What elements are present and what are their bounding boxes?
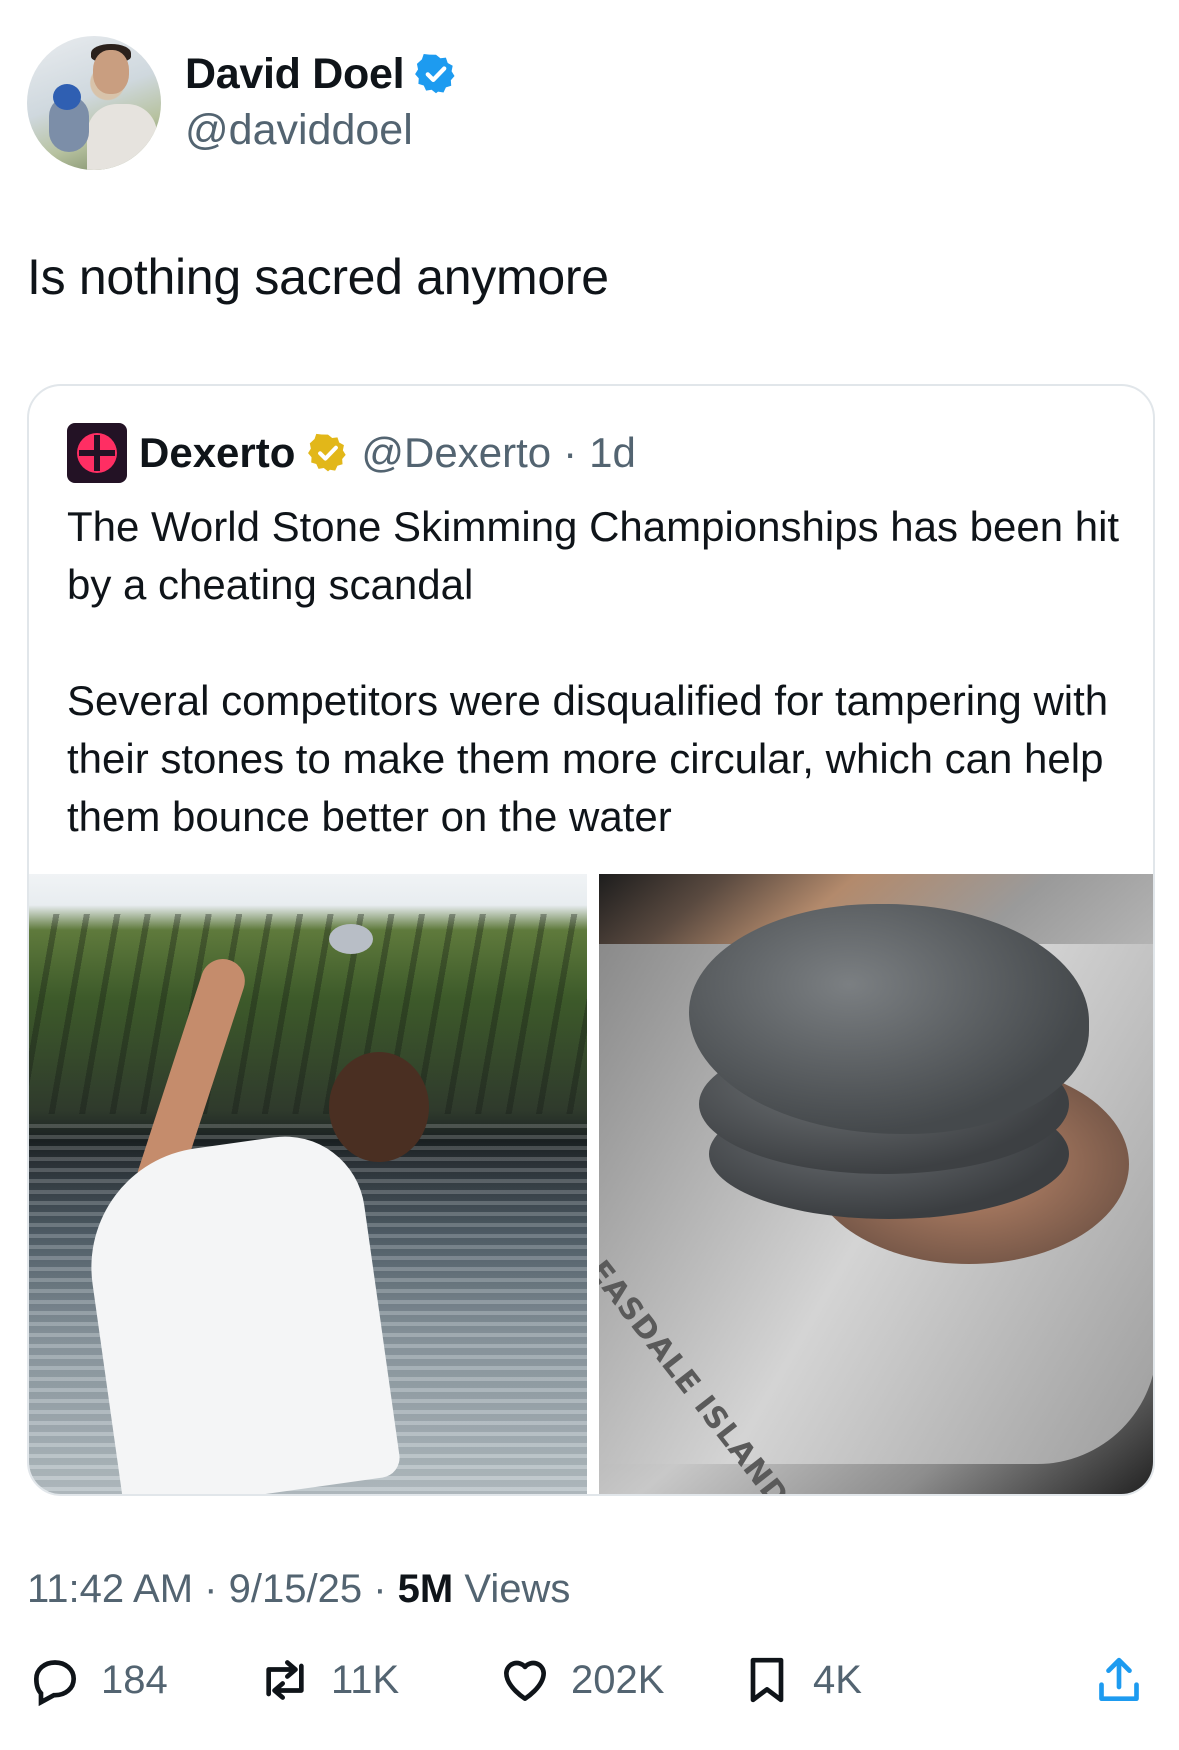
verified-badge-icon xyxy=(415,54,455,94)
heart-icon xyxy=(504,1660,546,1701)
quoted-paragraph: Several competitors were disqualified fo… xyxy=(67,677,1109,840)
verified-gold-badge-icon xyxy=(308,433,347,472)
tweet-time[interactable]: 11:42 AM xyxy=(27,1567,193,1611)
bookmark-count: 4K xyxy=(813,1657,862,1702)
tweet-actions: 184 11K 202K 4K xyxy=(27,1648,1155,1712)
tweet-date[interactable]: 9/15/25 xyxy=(229,1567,362,1611)
views-count: 5M xyxy=(397,1567,454,1611)
repost-icon xyxy=(266,1660,304,1700)
repost-button[interactable]: 11K xyxy=(257,1648,399,1712)
like-count: 202K xyxy=(571,1657,665,1702)
media-image-stone-gauge[interactable]: EASDALE ISLAND xyxy=(599,874,1153,1494)
tweet-meta: 11:42 AM · 9/15/25 · 5M Views xyxy=(27,1567,570,1612)
quoted-tweet-card[interactable]: Dexerto @Dexerto · 1d The World Stone Sk… xyxy=(27,384,1155,1496)
share-icon xyxy=(1099,1657,1139,1701)
bookmark-icon xyxy=(750,1657,784,1703)
bookmark-button[interactable]: 4K xyxy=(739,1648,862,1712)
author-avatar[interactable] xyxy=(27,36,161,170)
quoted-author-handle[interactable]: @Dexerto xyxy=(361,429,551,477)
author-display-name[interactable]: David Doel xyxy=(185,50,405,99)
meta-separator: · xyxy=(204,1567,218,1611)
meta-separator: · xyxy=(373,1567,387,1611)
tweet-header: David Doel @daviddoel xyxy=(27,36,1147,172)
quoted-author-name[interactable]: Dexerto xyxy=(139,429,295,477)
author-handle[interactable]: @daviddoel xyxy=(185,106,413,155)
quoted-age: 1d xyxy=(589,429,636,476)
like-button[interactable]: 202K xyxy=(497,1648,664,1712)
quoted-separator: · xyxy=(563,429,578,476)
share-button[interactable] xyxy=(1091,1648,1147,1712)
repost-count: 11K xyxy=(331,1657,400,1702)
quoted-author-avatar[interactable] xyxy=(67,423,127,483)
reply-count: 184 xyxy=(101,1657,168,1702)
quoted-tweet-header: Dexerto @Dexerto · 1d xyxy=(67,422,636,484)
media-image-thrower[interactable] xyxy=(29,874,587,1494)
quoted-tweet-text: The World Stone Skimming Championships h… xyxy=(67,498,1127,904)
reply-button[interactable]: 184 xyxy=(27,1648,168,1712)
quoted-media-grid: EASDALE ISLAND xyxy=(29,874,1153,1494)
reply-icon xyxy=(33,1660,77,1707)
author-name-row: David Doel xyxy=(185,46,458,102)
quoted-paragraph: The World Stone Skimming Championships h… xyxy=(67,503,1120,608)
tweet-text: Is nothing sacred anymore xyxy=(27,249,609,305)
views-label: Views xyxy=(464,1567,571,1611)
